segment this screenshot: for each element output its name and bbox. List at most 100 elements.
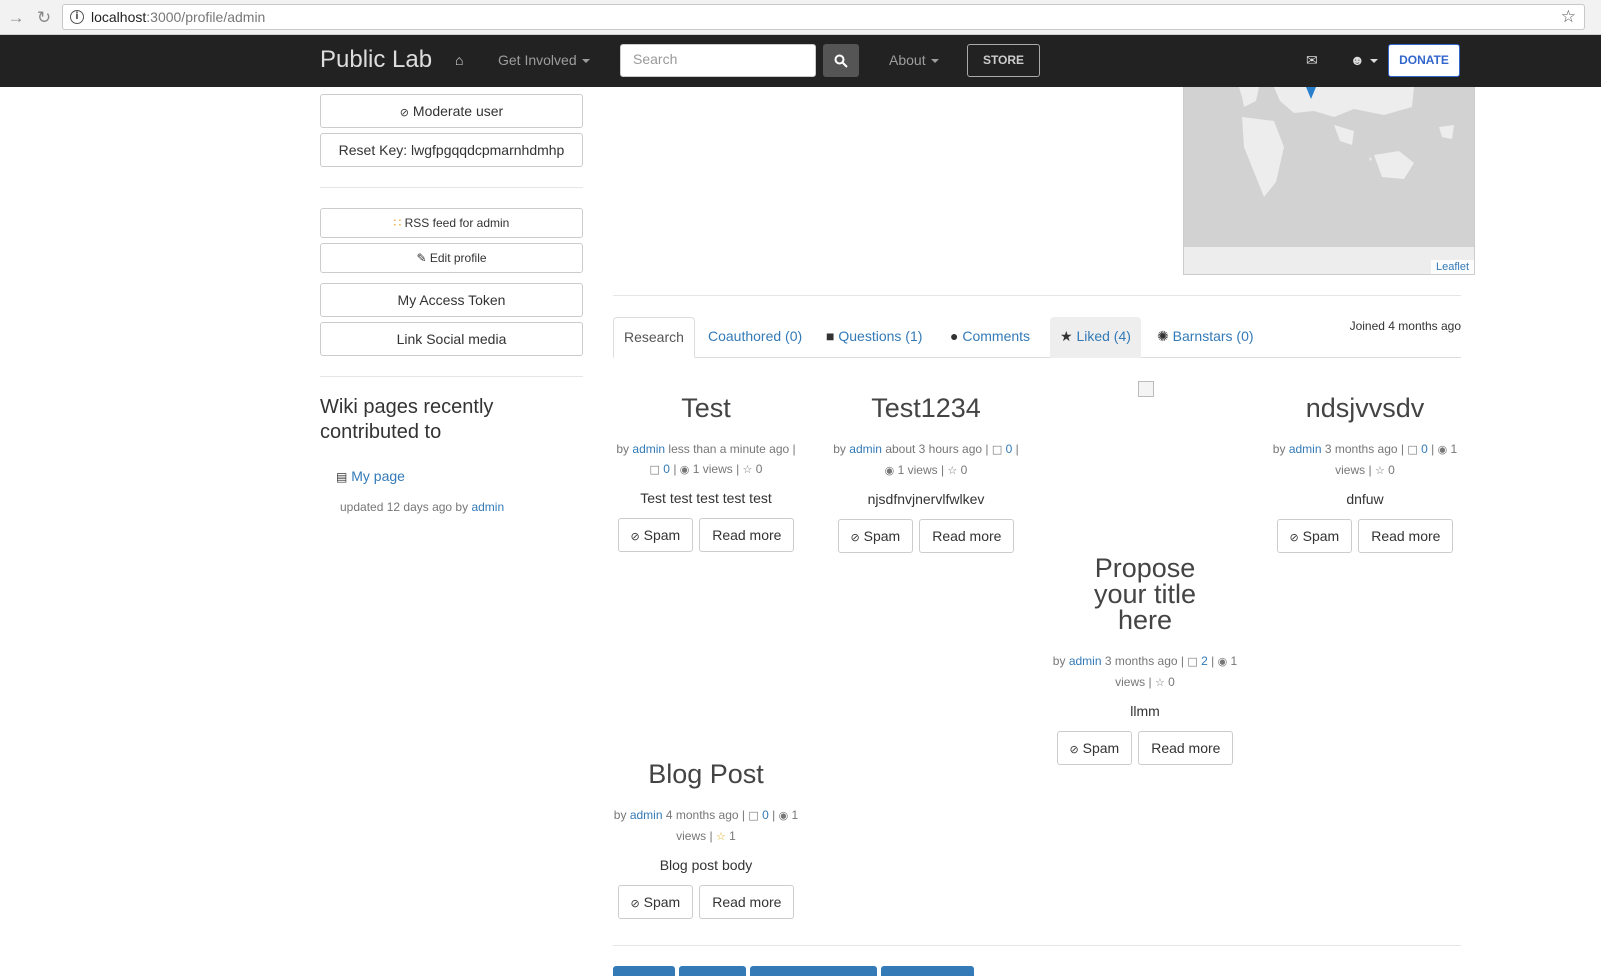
card-meta: by admin less than a minute ago | □ 0 | … xyxy=(616,442,796,476)
rss-feed-button[interactable]: ∷ RSS feed for admin xyxy=(320,208,583,238)
comment-icon: □ xyxy=(991,443,1003,456)
location-map[interactable]: Leaflet xyxy=(1183,87,1475,275)
tab-comments[interactable]: ● Comments xyxy=(940,317,1040,358)
browser-toolbar: → ↻ i localhost:3000/profile/admin ☆ xyxy=(0,0,1601,35)
comment-count-link[interactable]: 0 xyxy=(1006,442,1013,456)
caret-icon xyxy=(930,59,939,64)
user-menu-icon[interactable]: ☻ xyxy=(1350,52,1378,68)
card-body: Blog post body xyxy=(659,857,753,873)
about-dropdown[interactable]: About xyxy=(889,52,939,68)
bookmark-star-icon[interactable]: ☆ xyxy=(1561,7,1576,27)
research-card: Blog Post by admin 4 months ago | □ 0 | … xyxy=(606,761,806,919)
divider xyxy=(320,187,583,188)
search-input[interactable]: Search xyxy=(620,44,816,77)
card-body: njsdfnvjnervlfwlkev xyxy=(867,491,985,507)
edit-profile-button[interactable]: ✎ Edit profile xyxy=(320,243,583,273)
reload-icon[interactable]: ↻ xyxy=(34,8,54,28)
get-involved-dropdown[interactable]: Get Involved xyxy=(498,52,590,68)
search-button[interactable] xyxy=(823,44,859,77)
tab-coauthored[interactable]: Coauthored (0) xyxy=(698,317,812,358)
tab-barnstars[interactable]: ✺ Barnstars (0) xyxy=(1147,317,1264,358)
read-more-button[interactable]: Read more xyxy=(919,519,1015,553)
ban-icon: ⊘ xyxy=(399,106,410,119)
eye-icon: ◉ xyxy=(1217,655,1228,668)
wiki-heading: Wiki pages recently contributed to xyxy=(320,396,494,443)
divider xyxy=(613,945,1461,946)
joined-date: Joined 4 months ago xyxy=(1349,319,1461,333)
author-link[interactable]: admin xyxy=(1069,654,1102,668)
comment-count-link[interactable]: 0 xyxy=(663,462,670,476)
book-icon: ▤ xyxy=(336,470,348,484)
ban-icon: ⊘ xyxy=(1289,531,1299,544)
star-icon: ★ xyxy=(1060,328,1073,344)
read-more-button[interactable]: Read more xyxy=(699,518,795,552)
author-link[interactable]: admin xyxy=(630,808,663,822)
ban-icon: ⊘ xyxy=(630,530,640,543)
author-link[interactable]: admin xyxy=(632,442,665,456)
read-more-button[interactable]: Read more xyxy=(699,885,795,919)
author-link[interactable]: admin xyxy=(1289,442,1322,456)
research-card: Test by admin less than a minute ago | □… xyxy=(606,395,806,552)
read-more-button[interactable]: Read more xyxy=(1138,731,1234,765)
chat-icon[interactable]: ✉ xyxy=(1306,52,1318,69)
comments-icon: ■ xyxy=(826,328,835,344)
card-title[interactable]: Propose your title here xyxy=(1045,555,1245,634)
card-title[interactable]: Test1234 xyxy=(826,395,1026,422)
url-text: localhost:3000/profile/admin xyxy=(91,9,266,25)
ban-icon: ⊘ xyxy=(850,531,860,544)
back-arrow-icon[interactable]: → xyxy=(6,8,26,28)
wiki-author-link[interactable]: admin xyxy=(471,500,504,514)
card-title[interactable]: Test xyxy=(606,395,806,422)
pager-button[interactable] xyxy=(613,966,675,976)
spam-button[interactable]: ⊘ Spam xyxy=(1056,731,1133,765)
comment-count-link[interactable]: 0 xyxy=(762,808,769,822)
comment-icon: □ xyxy=(649,463,660,476)
spam-button[interactable]: ⊘ Spam xyxy=(617,885,694,919)
pager-button[interactable] xyxy=(679,966,746,976)
access-token-button[interactable]: My Access Token xyxy=(320,283,583,317)
moderate-user-button[interactable]: ⊘ Moderate user xyxy=(320,94,583,128)
certificate-icon: ✺ xyxy=(1157,328,1169,344)
card-meta: by admin 4 months ago | □ 0 | ◉ 1 views … xyxy=(613,808,799,843)
author-link[interactable]: admin xyxy=(849,442,882,456)
comment-count-link[interactable]: 0 xyxy=(1421,442,1428,456)
search-icon xyxy=(834,54,848,69)
pager-button[interactable] xyxy=(750,966,877,976)
comment-icon: □ xyxy=(1187,655,1198,668)
reset-key-button[interactable]: Reset Key: lwgfpgqqdcpmarnhdmhp xyxy=(320,133,583,167)
eye-icon: ◉ xyxy=(884,464,895,477)
tab-research[interactable]: Research xyxy=(613,317,695,358)
donate-button[interactable]: DONATE xyxy=(1388,44,1460,77)
ban-icon: ⊘ xyxy=(630,897,640,910)
wiki-link[interactable]: My page xyxy=(351,468,405,484)
spam-button[interactable]: ⊘ Spam xyxy=(617,518,694,552)
star-outline-icon: ☆ xyxy=(1154,676,1165,689)
comment-count-link[interactable]: 2 xyxy=(1201,654,1208,668)
eye-icon: ◉ xyxy=(1437,443,1448,456)
eye-icon: ◉ xyxy=(679,463,690,476)
map-tiles xyxy=(1184,87,1474,274)
map-credit-link[interactable]: Leaflet xyxy=(1436,261,1469,273)
star-outline-icon: ☆ xyxy=(1374,464,1385,477)
pencil-icon: ✎ xyxy=(416,251,427,265)
card-meta: by admin 3 months ago | □ 2 | ◉ 1 views … xyxy=(1052,654,1238,689)
home-icon[interactable]: ⌂ xyxy=(455,52,463,68)
wiki-list-item: ▤ My page xyxy=(336,468,405,484)
address-bar[interactable]: i localhost:3000/profile/admin ☆ xyxy=(62,4,1585,30)
divider xyxy=(613,295,1461,296)
spam-button[interactable]: ⊘ Spam xyxy=(1276,519,1353,553)
star-outline-icon: ☆ xyxy=(715,830,726,843)
pager-button[interactable] xyxy=(881,966,974,976)
site-info-icon[interactable]: i xyxy=(70,10,84,24)
comment-icon: □ xyxy=(748,809,759,822)
store-button[interactable]: STORE xyxy=(967,44,1040,77)
card-title[interactable]: ndsjvvsdv xyxy=(1265,395,1465,422)
spam-button[interactable]: ⊘ Spam xyxy=(837,519,914,553)
card-title[interactable]: Blog Post xyxy=(606,761,806,788)
brand-logo[interactable]: Public Lab xyxy=(320,46,432,74)
ban-icon: ⊘ xyxy=(1069,743,1079,756)
read-more-button[interactable]: Read more xyxy=(1358,519,1454,553)
tab-questions[interactable]: ■ Questions (1) xyxy=(816,317,932,358)
tab-liked[interactable]: ★ Liked (4) xyxy=(1050,317,1141,358)
link-social-button[interactable]: Link Social media xyxy=(320,322,583,356)
